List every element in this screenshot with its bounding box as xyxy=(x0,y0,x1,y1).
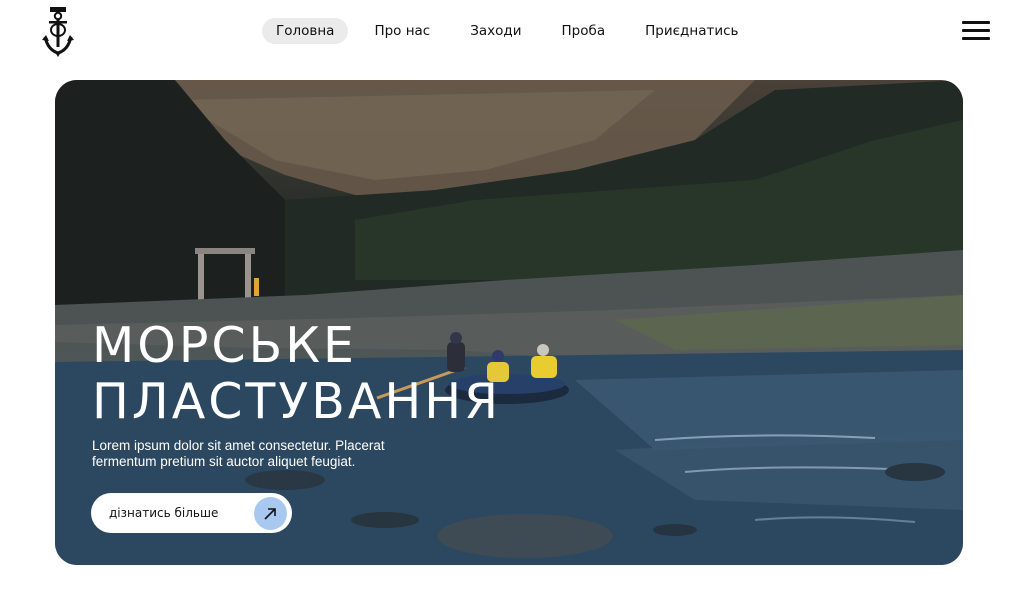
hamburger-menu-icon[interactable] xyxy=(962,19,992,43)
hero-banner: МОРСЬКЕ ПЛАСТУВАННЯ Lorem ipsum dolor si… xyxy=(55,80,963,565)
nav-item-about[interactable]: Про нас xyxy=(360,18,444,44)
hero-title-line-1: МОРСЬКЕ xyxy=(92,317,357,374)
site-header: Головна Про нас Заходи Проба Приєднатись xyxy=(0,0,1024,62)
nav-item-trial[interactable]: Проба xyxy=(548,18,620,44)
learn-more-button[interactable]: дізнатись більше xyxy=(91,493,292,533)
hero-title: МОРСЬКЕ ПЛАСТУВАННЯ xyxy=(92,318,501,430)
arrow-up-right-icon[interactable] xyxy=(254,497,287,530)
anchor-icon[interactable] xyxy=(40,4,76,58)
nav-item-events[interactable]: Заходи xyxy=(456,18,535,44)
nav-item-home[interactable]: Головна xyxy=(262,18,349,44)
hero-description: Lorem ipsum dolor sit amet consectetur. … xyxy=(92,438,385,469)
main-nav: Головна Про нас Заходи Проба Приєднатись xyxy=(262,18,764,44)
nav-item-join[interactable]: Приєднатись xyxy=(631,18,752,44)
learn-more-label: дізнатись більше xyxy=(109,506,219,520)
hero-title-line-2: ПЛАСТУВАННЯ xyxy=(92,373,502,430)
